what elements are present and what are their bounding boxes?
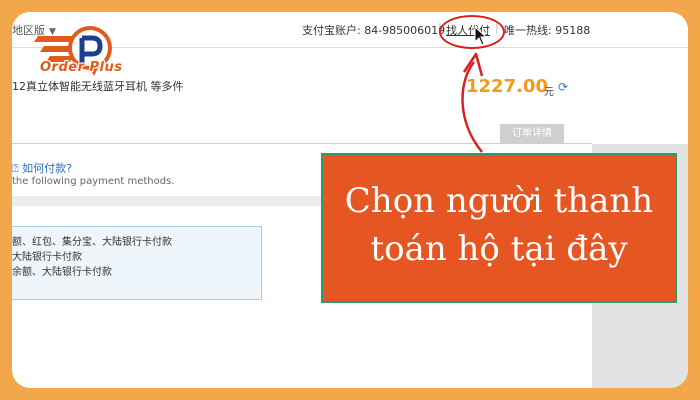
logo-text: Order Plus (40, 60, 123, 75)
mouse-cursor-icon (474, 26, 488, 46)
